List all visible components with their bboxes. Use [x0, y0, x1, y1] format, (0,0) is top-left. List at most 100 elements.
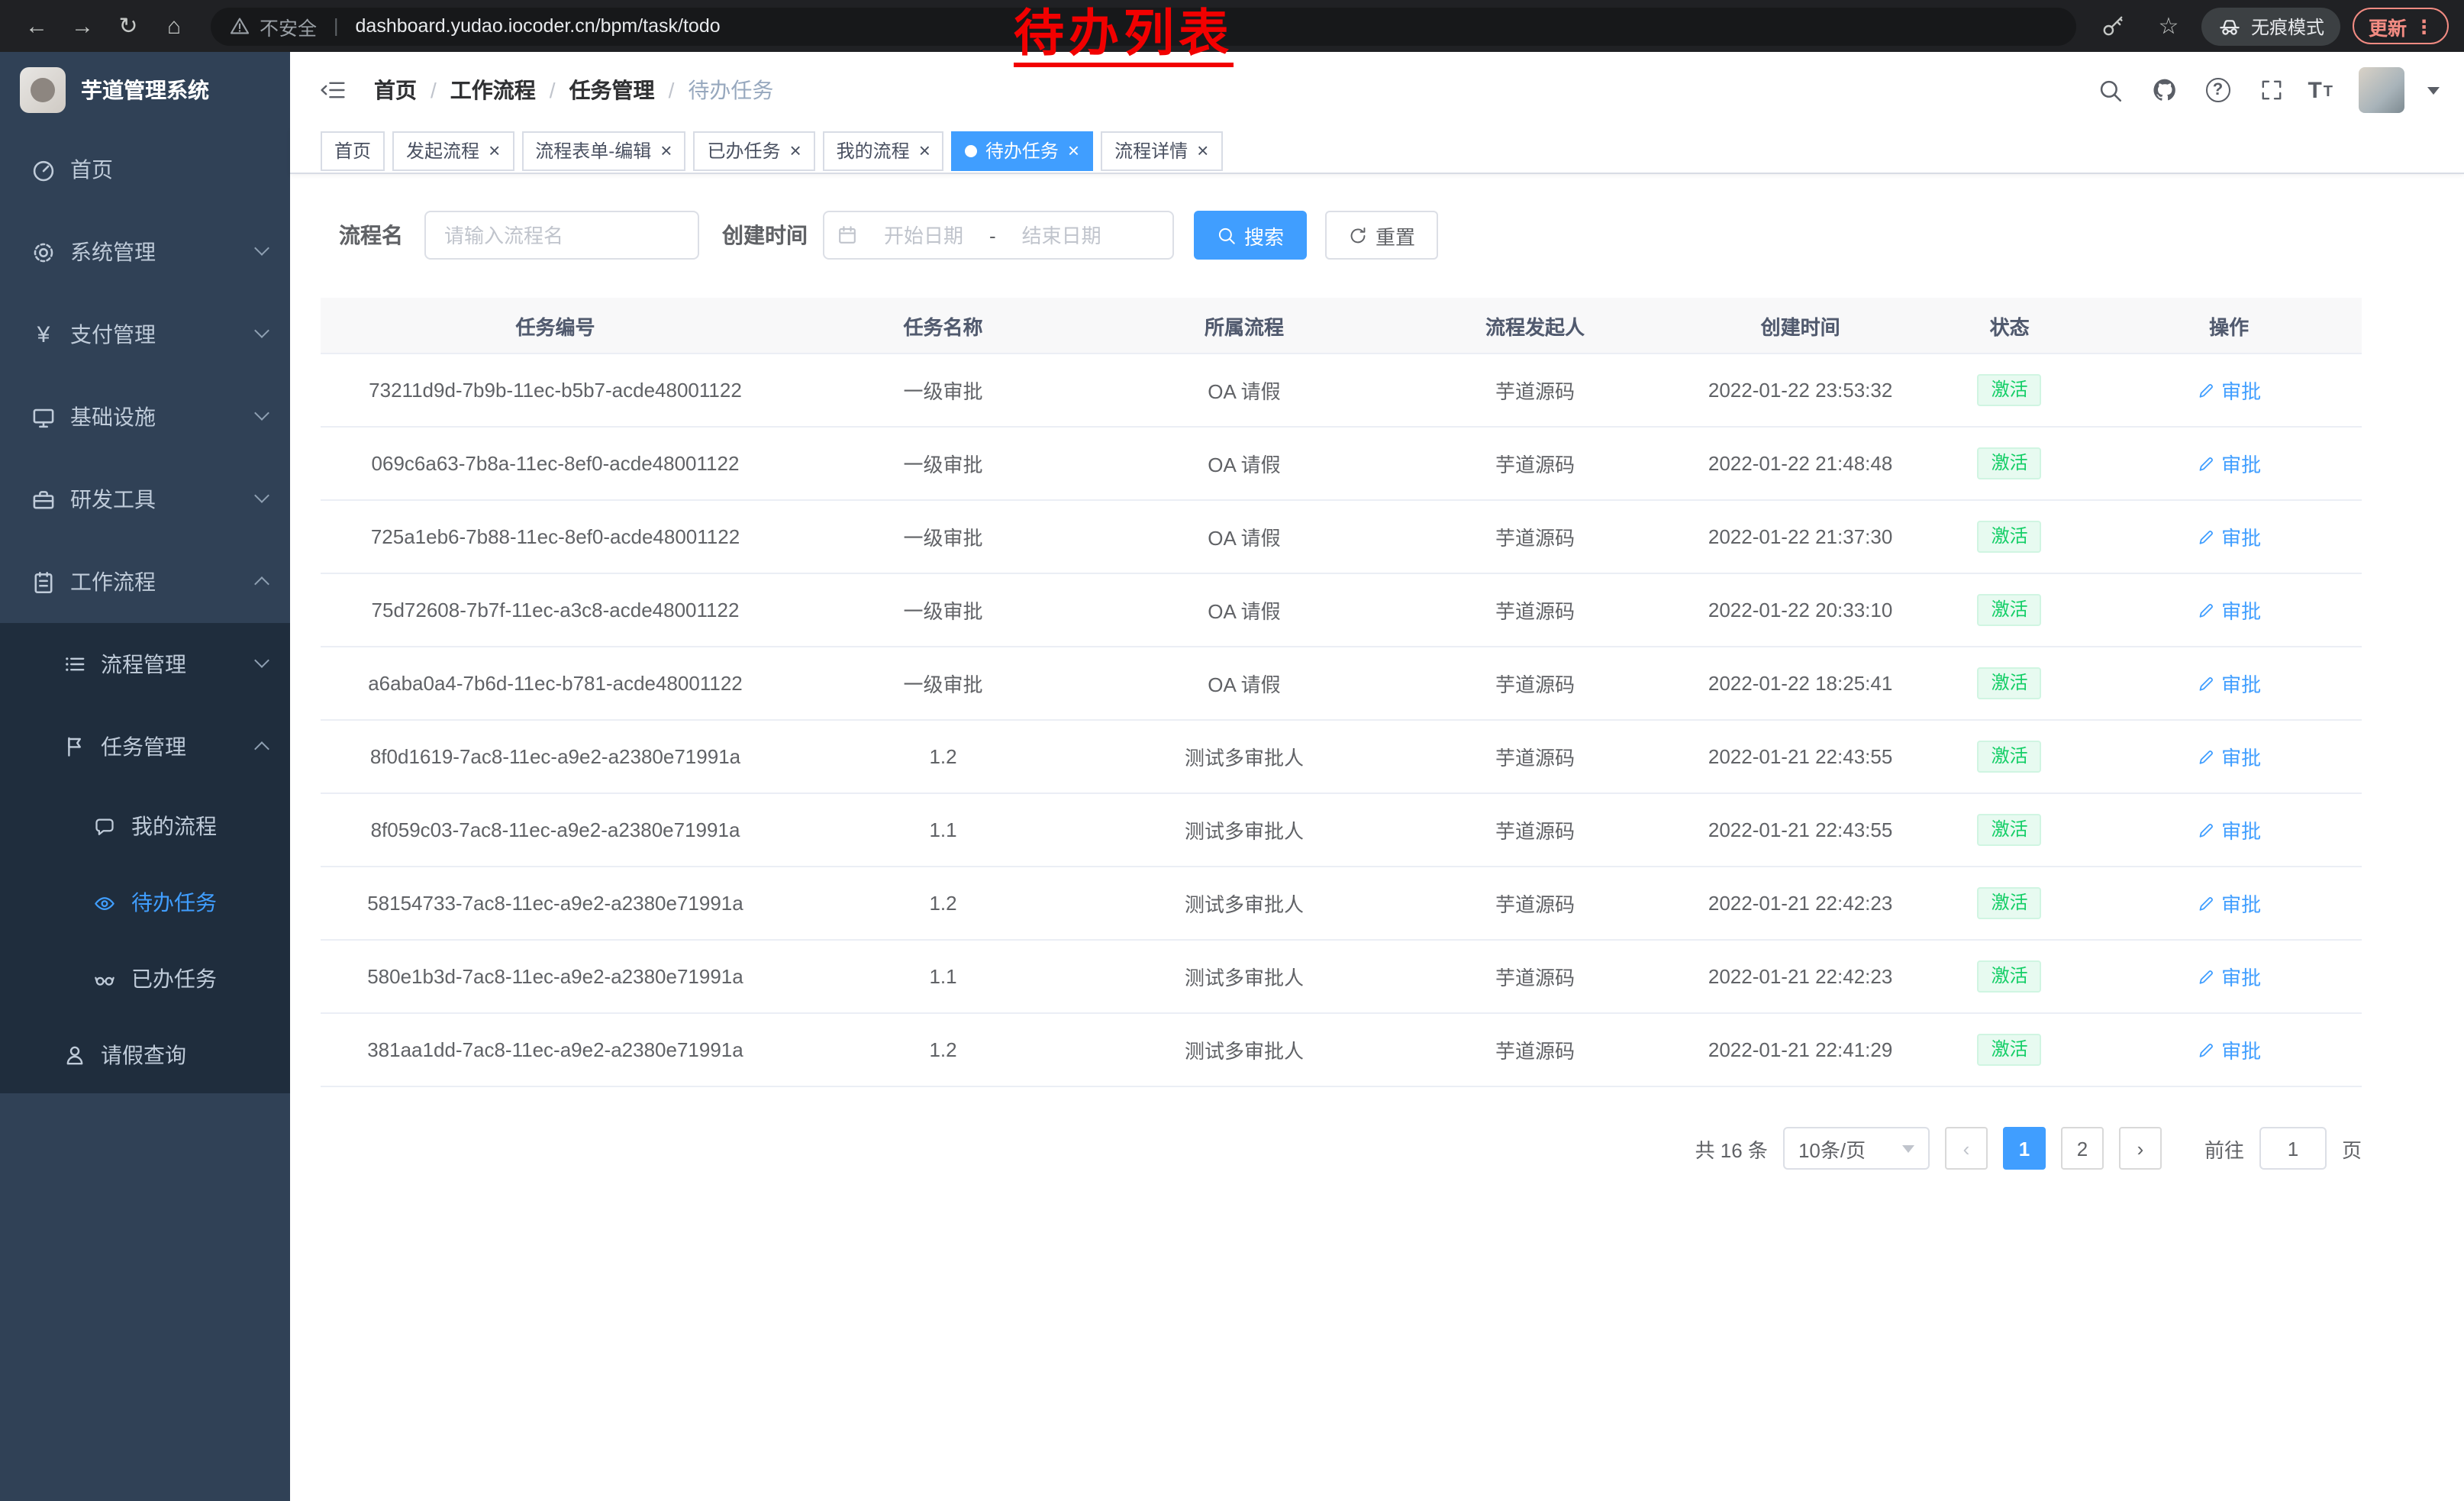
sidebar-item-label: 流程管理: [101, 649, 186, 679]
start-date-input[interactable]: [864, 224, 983, 247]
cell-task-id: a6aba0a4-7b6d-11ec-b781-acde48001122: [321, 672, 790, 695]
cell-actions: 审批: [2096, 596, 2362, 625]
pagination-total: 共 16 条: [1695, 1134, 1768, 1163]
sidebar-item-leave-query[interactable]: 请假查询: [0, 1017, 290, 1093]
cell-task-name: 1.1: [790, 818, 1096, 841]
breadcrumb-workflow[interactable]: 工作流程: [450, 75, 536, 105]
github-icon[interactable]: [2147, 73, 2181, 107]
page-number: 2: [2077, 1137, 2088, 1160]
search-button[interactable]: 搜索: [1194, 211, 1307, 260]
close-icon[interactable]: ×: [660, 140, 672, 160]
edit-icon: [2197, 747, 2215, 766]
bookmark-star-icon[interactable]: ☆: [2147, 6, 2190, 46]
browser-update-button[interactable]: 更新 ⋮: [2353, 8, 2449, 44]
breadcrumb-separator: /: [550, 78, 556, 102]
search-icon[interactable]: [2094, 73, 2127, 107]
password-key-icon[interactable]: [2092, 6, 2135, 46]
tab-process-detail[interactable]: 流程详情 ×: [1101, 131, 1222, 170]
breadcrumb-home[interactable]: 首页: [374, 75, 417, 105]
app-window: 芋道管理系统 首页 系统管理 ¥ 支付管理 基础设施: [0, 52, 2464, 1501]
column-create-time: 创建时间: [1678, 311, 1923, 340]
sidebar-item-my-process[interactable]: 我的流程: [0, 788, 290, 864]
close-icon[interactable]: ×: [789, 140, 801, 160]
cell-create-time: 2022-01-21 22:43:55: [1678, 745, 1923, 768]
approve-link[interactable]: 审批: [2197, 669, 2261, 698]
column-process: 所属流程: [1096, 311, 1392, 340]
sidebar-item-payment-management[interactable]: ¥ 支付管理: [0, 293, 290, 376]
cell-process: 测试多审批人: [1096, 815, 1392, 844]
approve-link[interactable]: 审批: [2197, 596, 2261, 625]
approve-link[interactable]: 审批: [2197, 522, 2261, 551]
approve-link[interactable]: 审批: [2197, 742, 2261, 771]
breadcrumb-task-management[interactable]: 任务管理: [569, 75, 655, 105]
help-icon[interactable]: ?: [2201, 73, 2234, 107]
table-row: 73211d9d-7b9b-11ec-b5b7-acde48001122 一级审…: [321, 354, 2362, 428]
chevron-up-icon: [254, 741, 269, 757]
page-button-1[interactable]: 1: [2003, 1127, 2046, 1170]
browser-back-icon[interactable]: ←: [15, 6, 58, 46]
reset-button-label: 重置: [1376, 221, 1415, 250]
calendar-icon: [837, 224, 858, 246]
security-label: 不安全: [260, 11, 317, 40]
cell-actions: 审批: [2096, 889, 2362, 918]
approve-link[interactable]: 审批: [2197, 1035, 2261, 1064]
cell-actions: 审批: [2096, 815, 2362, 844]
date-range-picker[interactable]: -: [823, 211, 1174, 260]
goto-page-input[interactable]: [2259, 1127, 2327, 1170]
approve-link[interactable]: 审批: [2197, 962, 2261, 991]
browser-reload-icon[interactable]: ↻: [107, 6, 150, 46]
tab-done-tasks[interactable]: 已办任务 ×: [693, 131, 814, 170]
tab-my-process[interactable]: 我的流程 ×: [823, 131, 944, 170]
approve-link[interactable]: 审批: [2197, 889, 2261, 918]
tab-home[interactable]: 首页: [321, 131, 385, 170]
sidebar-fold-icon[interactable]: [314, 72, 351, 108]
cell-task-name: 一级审批: [790, 669, 1096, 698]
page-size-select[interactable]: 10条/页: [1783, 1127, 1930, 1170]
close-icon[interactable]: ×: [1197, 140, 1208, 160]
sidebar-item-task-management[interactable]: 任务管理: [0, 705, 290, 788]
tab-process-form-edit[interactable]: 流程表单-编辑 ×: [521, 131, 685, 170]
close-icon[interactable]: ×: [1068, 140, 1079, 160]
close-icon[interactable]: ×: [919, 140, 930, 160]
user-avatar[interactable]: [2359, 67, 2404, 113]
cell-process: OA 请假: [1096, 522, 1392, 551]
approve-link[interactable]: 审批: [2197, 815, 2261, 844]
sidebar-item-process-management[interactable]: 流程管理: [0, 623, 290, 705]
fullscreen-icon[interactable]: [2254, 73, 2288, 107]
close-icon[interactable]: ×: [489, 140, 500, 160]
sidebar-item-dev-tools[interactable]: 研发工具: [0, 458, 290, 541]
sidebar-item-home[interactable]: 首页: [0, 128, 290, 211]
cell-task-id: 580e1b3d-7ac8-11ec-a9e2-a2380e71991a: [321, 965, 790, 988]
avatar-dropdown-caret-icon[interactable]: [2427, 86, 2440, 94]
browser-chrome: ← → ↻ ⌂ 不安全 | dashboard.yudao.iocoder.cn…: [0, 0, 2464, 52]
browser-home-icon[interactable]: ⌂: [153, 6, 195, 46]
table-row: 8f059c03-7ac8-11ec-a9e2-a2380e71991a 1.1…: [321, 794, 2362, 867]
page-button-2[interactable]: 2: [2061, 1127, 2104, 1170]
approve-link[interactable]: 审批: [2197, 376, 2261, 405]
tab-todo-tasks[interactable]: 待办任务 ×: [952, 131, 1093, 170]
sidebar-item-workflow[interactable]: 工作流程: [0, 541, 290, 623]
tab-start-process[interactable]: 发起流程 ×: [392, 131, 514, 170]
app-logo-row[interactable]: 芋道管理系统: [0, 52, 290, 128]
prev-page-button[interactable]: ‹: [1945, 1127, 1988, 1170]
table-row: 725a1eb6-7b88-11ec-8ef0-acde48001122 一级审…: [321, 501, 2362, 574]
cell-process: OA 请假: [1096, 596, 1392, 625]
sidebar-item-todo-tasks[interactable]: 待办任务: [0, 864, 290, 941]
tab-label: 首页: [334, 137, 371, 163]
sidebar-item-system-management[interactable]: 系统管理: [0, 211, 290, 293]
table-row: 75d72608-7b7f-11ec-a3c8-acde48001122 一级审…: [321, 574, 2362, 647]
app-title: 芋道管理系统: [81, 75, 209, 105]
font-size-icon[interactable]: T T: [2308, 79, 2333, 102]
reset-button[interactable]: 重置: [1325, 211, 1438, 260]
cell-task-name: 1.1: [790, 965, 1096, 988]
sidebar-item-infrastructure[interactable]: 基础设施: [0, 376, 290, 458]
address-bar[interactable]: 不安全 | dashboard.yudao.iocoder.cn/bpm/tas…: [211, 7, 2077, 45]
cell-task-id: 381aa1dd-7ac8-11ec-a9e2-a2380e71991a: [321, 1038, 790, 1061]
sidebar-item-done-tasks[interactable]: 已办任务: [0, 941, 290, 1017]
approve-link[interactable]: 审批: [2197, 449, 2261, 478]
process-name-input[interactable]: [424, 211, 699, 260]
end-date-input[interactable]: [1002, 224, 1121, 247]
browser-forward-icon[interactable]: →: [61, 6, 104, 46]
tab-label: 已办任务: [707, 137, 780, 163]
next-page-button[interactable]: ›: [2119, 1127, 2162, 1170]
